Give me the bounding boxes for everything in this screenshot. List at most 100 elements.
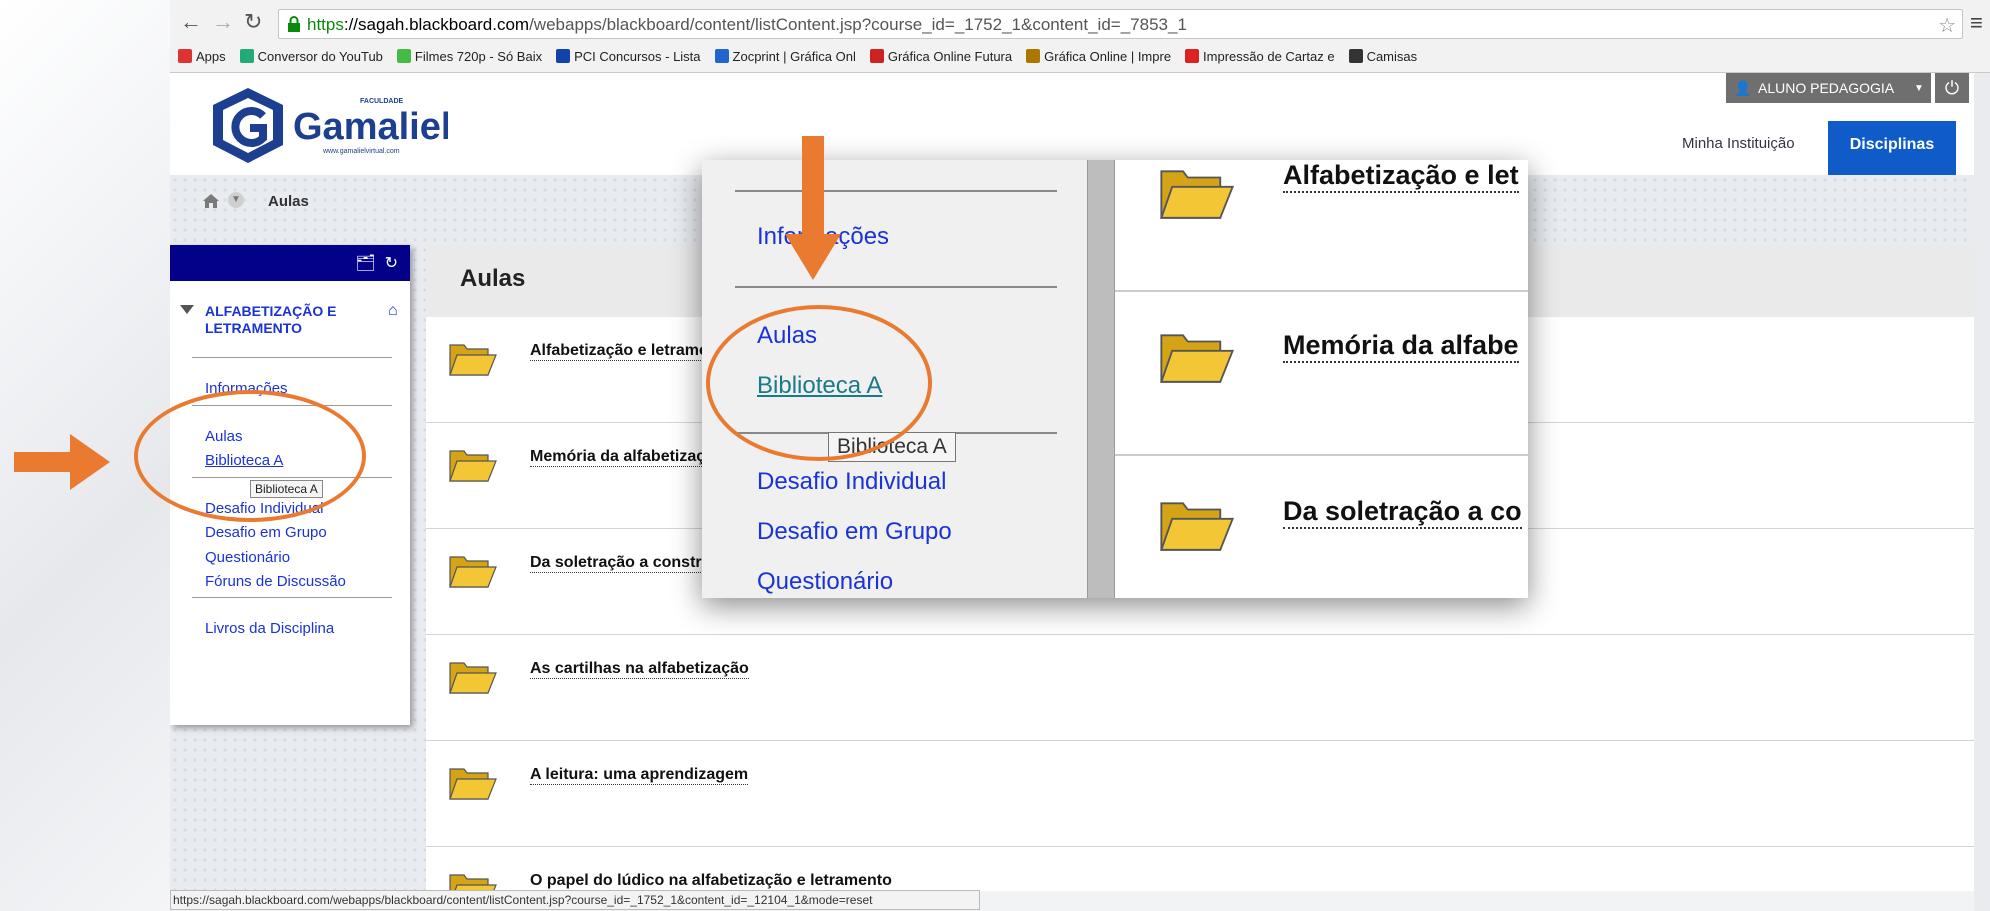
bookmark-label: Conversor do YouTub [257, 48, 383, 64]
folder-icon [1160, 170, 1235, 219]
menu-item-desafio-grupo[interactable]: Desafio em Grupo [205, 524, 327, 541]
bookmark-label: Apps [196, 48, 226, 64]
folder-icon [449, 662, 497, 694]
user-menu[interactable]: 👤 ALUNO PEDAGOGIA ▼ [1726, 73, 1931, 103]
menu-item-foruns[interactable]: Fóruns de Discussão [205, 573, 346, 590]
filmes-icon [396, 49, 411, 63]
bookmarks-bar: Apps Conversor do YouTub Filmes 720p - Só … [178, 46, 1417, 66]
content-item-title[interactable]: As cartilhas na alfabetização [530, 660, 749, 679]
zoom-menu-desafio-individual[interactable]: Desafio Individual [757, 468, 946, 496]
forward-arrow-icon[interactable]: → [212, 11, 234, 33]
bookmark-label: Gráfica Online | Impre [1044, 48, 1172, 64]
folder-icon [449, 874, 497, 891]
zoom-menu-questionario[interactable]: Questionário [757, 568, 893, 596]
url-text: https://sagah.blackboard.com/webapps/bla… [307, 15, 1187, 35]
menu-item-livros[interactable]: Livros da Disciplina [205, 620, 334, 637]
highlight-ellipse-zoom [706, 305, 932, 461]
menu-divider [192, 597, 392, 598]
bookmark-item[interactable]: Impressão de Cartaz e [1185, 46, 1335, 66]
zoom-list-item[interactable]: Da soletração a co [1115, 456, 1528, 598]
disciplines-tab[interactable]: Disciplinas [1828, 121, 1956, 175]
logo-url: www.gamalielvirtual.com [322, 148, 400, 155]
zoom-list-item[interactable]: Alfabetização e let [1115, 160, 1528, 292]
bookmark-label: Camisas [1366, 48, 1418, 64]
chevron-down-icon: ▼ [1914, 83, 1924, 94]
user-icon: 👤 [1734, 80, 1752, 96]
status-bar-url: https://sagah.blackboard.com/webapps/bla… [170, 890, 980, 910]
url-scheme: https [307, 15, 344, 34]
folder-icon [449, 450, 497, 482]
camisas-icon [1348, 49, 1363, 63]
zoom-menu-desafio-grupo[interactable]: Desafio em Grupo [757, 518, 952, 546]
highlight-ellipse-menu [134, 390, 366, 522]
bookmark-item[interactable]: Filmes 720p - Só Baix [396, 46, 543, 66]
bookmark-label: Gráfica Online Futura [887, 48, 1013, 64]
course-menu-header: 🗂 ↻ [170, 245, 410, 281]
institution-tab[interactable]: Minha Instituição [1682, 135, 1795, 152]
user-name: ALUNO PEDAGOGIA [1758, 80, 1895, 96]
menu-tools-icons: 🗂 ↻ [355, 253, 398, 273]
back-arrow-icon[interactable]: ← [180, 11, 202, 33]
zoom-list-item[interactable]: Memória da alfabe [1115, 292, 1528, 456]
bookmark-star-icon[interactable]: ☆ [1938, 13, 1956, 38]
menu-divider [192, 357, 392, 358]
grafica-icon [1026, 49, 1041, 63]
cartaz-icon [1185, 49, 1200, 63]
browser-menu-icon[interactable]: ≡ [1970, 10, 1983, 36]
bookmark-label: Filmes 720p - Só Baix [414, 48, 543, 64]
logo-small-text: FACULDADE [360, 98, 403, 105]
zocprint-icon [714, 49, 729, 63]
home-icon[interactable] [202, 193, 220, 209]
content-list-item[interactable]: A leitura: uma aprendizagem [426, 741, 1974, 847]
bookmark-item[interactable]: Conversor do YouTub [239, 46, 383, 66]
folder-icon [449, 344, 497, 376]
bookmark-item[interactable]: Zocprint | Gráfica Onl [714, 46, 856, 66]
gamaliel-logo: FACULDADE Gamaliel www.gamalielvirtual.c… [213, 88, 448, 163]
url-path: /webapps/blackboard/content/listContent.… [529, 15, 1187, 34]
zoom-item-title[interactable]: Da soletração a co [1283, 496, 1522, 529]
url-host: ://sagah.blackboard.com [343, 15, 530, 34]
content-item-title[interactable]: O papel do lúdico na alfabetização e let… [530, 872, 892, 891]
course-home-icon[interactable]: ⌂ [388, 302, 398, 320]
zoom-divider [735, 286, 1057, 288]
folder-icon [1160, 334, 1235, 383]
menu-item-questionario[interactable]: Questionário [205, 549, 290, 566]
page-title: Aulas [460, 265, 526, 292]
bookmark-item[interactable]: Apps [178, 46, 226, 66]
course-title[interactable]: ALFABETIZAÇÃO E LETRAMENTO [205, 303, 355, 337]
content-item-title[interactable]: Memória da alfabetização [530, 448, 724, 467]
bookmark-label: Zocprint | Gráfica Onl [732, 48, 856, 64]
logout-power-icon[interactable]: ⏻ [1935, 73, 1969, 103]
bookmark-item[interactable]: PCI Concursos - Lista [556, 46, 701, 66]
folder-icon [449, 556, 497, 588]
folder-icon [1160, 502, 1235, 551]
bookmark-item[interactable]: Camisas [1348, 46, 1418, 66]
bookmark-label: PCI Concursos - Lista [574, 48, 701, 64]
breadcrumb-current: Aulas [268, 193, 309, 210]
folder-view-icon[interactable]: 🗂 [355, 255, 375, 272]
zoom-divider [735, 190, 1057, 192]
folder-icon [449, 768, 497, 800]
zoom-content-panel: Alfabetização e let Memória da alfabe Da… [1115, 160, 1528, 598]
content-list-item[interactable]: O papel do lúdico na alfabetização e let… [426, 847, 1974, 891]
bookmark-item[interactable]: Gráfica Online | Impre [1026, 46, 1171, 66]
bookmark-item[interactable]: Gráfica Online Futura [869, 46, 1013, 66]
browser-chrome: ← → ↻ https://sagah.blackboard.com/webap… [170, 0, 1990, 73]
futura-icon [869, 49, 884, 63]
zoom-item-title[interactable]: Alfabetização e let [1283, 160, 1519, 193]
address-bar[interactable]: https://sagah.blackboard.com/webapps/bla… [278, 9, 1963, 39]
refresh-icon[interactable]: ↻ [385, 255, 398, 272]
reload-icon[interactable]: ↻ [244, 11, 262, 33]
orange-arrow-right-icon [14, 434, 110, 490]
collapse-caret-icon[interactable] [180, 305, 194, 314]
content-list-item[interactable]: As cartilhas na alfabetização [426, 635, 1974, 741]
zoom-separator [1087, 160, 1115, 598]
conversor-icon [239, 49, 254, 63]
breadcrumb-chevron-icon[interactable]: ▼ [228, 192, 244, 208]
bookmark-label: Impressão de Cartaz e [1203, 48, 1335, 64]
content-item-title[interactable]: A leitura: uma aprendizagem [530, 766, 749, 785]
orange-arrow-down-icon [785, 136, 841, 280]
pci-icon [556, 49, 571, 63]
zoom-item-title[interactable]: Memória da alfabe [1283, 330, 1519, 363]
slide-background-right [1974, 0, 1990, 911]
